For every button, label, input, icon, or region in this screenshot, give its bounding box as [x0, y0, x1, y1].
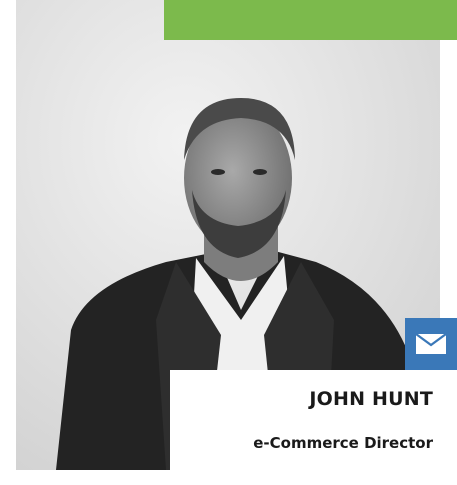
team-member-card: JOHN HUNT e-Commerce Director [0, 0, 457, 485]
member-title: e-Commerce Director [253, 434, 433, 452]
envelope-icon [416, 334, 446, 354]
name-panel: JOHN HUNT e-Commerce Director [170, 370, 457, 470]
member-name: JOHN HUNT [309, 388, 433, 410]
accent-bar [164, 0, 457, 40]
email-button[interactable] [405, 318, 457, 370]
